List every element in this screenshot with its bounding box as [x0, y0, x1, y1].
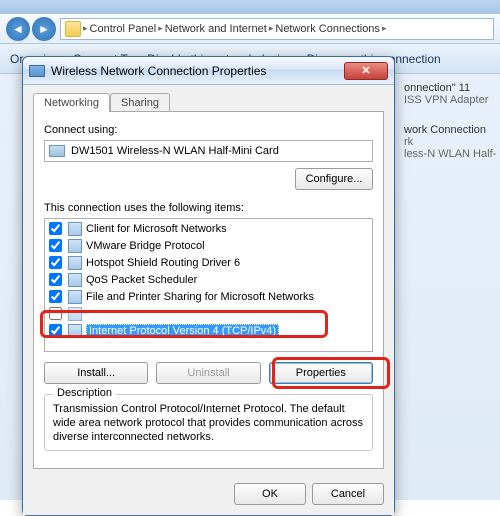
adapter-name: DW1501 Wireless-N WLAN Half-Mini Card [71, 145, 279, 157]
item-checkbox[interactable] [49, 324, 62, 337]
dialog-title: Wireless Network Connection Properties [51, 64, 344, 78]
protocol-icon [68, 324, 82, 338]
protocol-icon [68, 239, 82, 253]
description-group: Description Transmission Control Protoco… [44, 394, 373, 451]
protocol-icon [68, 307, 82, 321]
tab-strip: Networking Sharing [33, 93, 384, 112]
service-icon [68, 273, 82, 287]
dialog-titlebar[interactable]: Wireless Network Connection Properties ✕ [23, 57, 394, 85]
networking-panel: Connect using: DW1501 Wireless-N WLAN Ha… [33, 111, 384, 469]
item-checkbox[interactable] [49, 222, 62, 235]
list-item[interactable]: QoS Packet Scheduler [47, 271, 370, 288]
nav-forward-button[interactable]: ► [32, 17, 56, 41]
breadcrumb[interactable]: ▸ Control Panel ▸ Network and Internet ▸… [60, 18, 494, 40]
tab-networking[interactable]: Networking [33, 93, 110, 112]
configure-button[interactable]: Configure... [295, 168, 373, 190]
nic-icon [49, 145, 65, 157]
list-item[interactable]: Hotspot Shield Routing Driver 6 [47, 254, 370, 271]
list-item[interactable] [47, 305, 370, 322]
adapter-field: DW1501 Wireless-N WLAN Half-Mini Card [44, 140, 373, 162]
close-button[interactable]: ✕ [344, 62, 388, 80]
connection-properties-dialog: Wireless Network Connection Properties ✕… [22, 56, 395, 516]
description-text: Transmission Control Protocol/Internet P… [53, 403, 364, 444]
list-item[interactable]: onnection" 11 ISS VPN Adapter [404, 82, 496, 106]
list-item[interactable]: VMware Bridge Protocol [47, 237, 370, 254]
uninstall-button: Uninstall [156, 362, 260, 384]
network-icon [29, 65, 45, 77]
properties-button[interactable]: Properties [269, 362, 373, 384]
item-checkbox[interactable] [49, 273, 62, 286]
nav-back-button[interactable]: ◄ [6, 17, 30, 41]
client-icon [68, 222, 82, 236]
components-listbox[interactable]: Client for Microsoft Networks VMware Bri… [44, 218, 373, 352]
breadcrumb-item[interactable]: Control Panel [90, 23, 157, 35]
breadcrumb-bar: ◄ ► ▸ Control Panel ▸ Network and Intern… [0, 14, 500, 44]
item-checkbox[interactable] [49, 239, 62, 252]
folder-icon [65, 21, 81, 37]
list-item-ipv4[interactable]: Internet Protocol Version 4 (TCP/IPv4) [47, 322, 370, 339]
install-button[interactable]: Install... [44, 362, 148, 384]
list-item[interactable]: work Connection rk less-N WLAN Half-… [404, 124, 496, 160]
bg-titlebar [0, 0, 500, 14]
tab-sharing[interactable]: Sharing [110, 93, 170, 112]
breadcrumb-item[interactable]: Network and Internet [165, 23, 267, 35]
protocol-icon [68, 256, 82, 270]
item-checkbox[interactable] [49, 290, 62, 303]
dialog-footer: OK Cancel [23, 475, 394, 515]
items-label: This connection uses the following items… [44, 202, 373, 214]
description-legend: Description [53, 387, 116, 399]
item-checkbox[interactable] [49, 307, 62, 320]
connections-list: onnection" 11 ISS VPN Adapter work Conne… [400, 76, 500, 170]
item-checkbox[interactable] [49, 256, 62, 269]
list-item[interactable]: File and Printer Sharing for Microsoft N… [47, 288, 370, 305]
breadcrumb-item[interactable]: Network Connections [275, 23, 380, 35]
service-icon [68, 290, 82, 304]
cancel-button[interactable]: Cancel [312, 483, 384, 505]
ok-button[interactable]: OK [234, 483, 306, 505]
connect-using-label: Connect using: [44, 124, 373, 136]
list-item[interactable]: Client for Microsoft Networks [47, 220, 370, 237]
